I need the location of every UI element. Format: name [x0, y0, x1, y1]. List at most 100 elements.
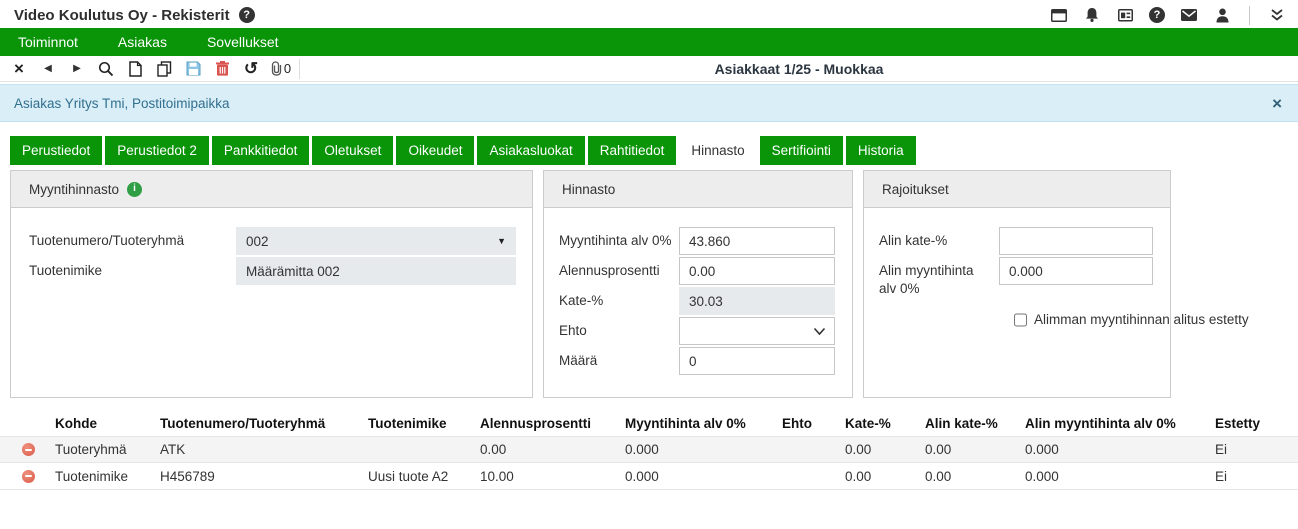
alennusprosentti-input[interactable]: [679, 257, 835, 285]
header-estetty: Estetty: [1215, 416, 1298, 431]
header-kohde: Kohde: [55, 416, 160, 431]
myyntihinta-input[interactable]: [679, 227, 835, 255]
tab-perustiedot-2[interactable]: Perustiedot 2: [105, 136, 209, 165]
tab-hinnasto[interactable]: Hinnasto: [679, 136, 756, 165]
next-record-button[interactable]: ▶: [64, 58, 90, 80]
cell-alin-myyntihinta: 0.000: [1025, 469, 1215, 484]
myyntihinnasto-panel-title: Myyntihinnasto: [29, 182, 119, 197]
hinnasto-panel-header: Hinnasto: [544, 171, 852, 208]
tab-historia[interactable]: Historia: [846, 136, 916, 165]
page-title: Video Koulutus Oy - Rekisterit: [14, 7, 230, 24]
menu-sovellukset[interactable]: Sovellukset: [193, 34, 293, 50]
save-button[interactable]: [180, 58, 206, 80]
myyntihinta-label: Myyntihinta alv 0%: [559, 227, 679, 250]
save-floppy-icon: [186, 61, 201, 76]
remove-row-icon[interactable]: [22, 443, 35, 456]
tab-oikeudet[interactable]: Oikeudet: [396, 136, 474, 165]
attachment-count: 0: [284, 61, 291, 76]
cell-tuotenumero: ATK: [160, 442, 368, 457]
tuotenimike-readonly-field: Määrämitta 002: [236, 257, 516, 285]
kate-label: Kate-%: [559, 287, 679, 310]
attachments-button[interactable]: 0: [267, 58, 293, 80]
menu-asiakas[interactable]: Asiakas: [104, 34, 181, 50]
tuotenumero-label: Tuotenumero/Tuoteryhmä: [29, 227, 236, 250]
kate-readonly-field: 30.03: [679, 287, 835, 315]
trash-icon: [216, 61, 229, 76]
myyntihinnasto-panel-header: Myyntihinnasto i: [11, 171, 532, 208]
field-row-alin-myyntihinta: Alin myyntihinta alv 0%: [879, 257, 1170, 298]
header-alin-kate: Alin kate-%: [925, 416, 1025, 431]
copy-record-button[interactable]: [151, 58, 177, 80]
tuotenumero-dropdown[interactable]: 002 ▼: [236, 227, 516, 255]
ehto-select[interactable]: [679, 317, 835, 345]
undo-button[interactable]: ↺: [238, 58, 264, 80]
tab-rahtitiedot[interactable]: Rahtitiedot: [588, 136, 677, 165]
tab-perustiedot[interactable]: Perustiedot: [10, 136, 102, 165]
price-rules-table: Kohde Tuotenumero/Tuoteryhmä Tuotenimike…: [0, 410, 1298, 490]
header-ehto: Ehto: [782, 416, 845, 431]
copy-icon: [157, 61, 172, 77]
rajoitukset-panel-title: Rajoitukset: [882, 182, 949, 197]
field-row-kate: Kate-% 30.03: [559, 287, 852, 315]
cell-estetty: Ei: [1215, 442, 1298, 457]
cell-estetty: Ei: [1215, 469, 1298, 484]
tuotenimike-label: Tuotenimike: [29, 257, 236, 280]
myyntihinnasto-panel: Myyntihinnasto i Tuotenumero/Tuoteryhmä …: [10, 170, 533, 398]
alennusprosentti-label: Alennusprosentti: [559, 257, 679, 280]
mail-icon[interactable]: [1180, 6, 1198, 24]
alert-text: Asiakas Yritys Tmi, Postitoimipaikka: [14, 96, 230, 111]
header-kate: Kate-%: [845, 416, 925, 431]
cell-alin-myyntihinta: 0.000: [1025, 442, 1215, 457]
tab-pankkitiedot[interactable]: Pankkitiedot: [212, 136, 310, 165]
table-row[interactable]: Tuotenimike H456789 Uusi tuote A2 10.00 …: [0, 463, 1298, 490]
notifications-bell-icon[interactable]: [1083, 6, 1101, 24]
help-icon[interactable]: ?: [239, 7, 255, 23]
cell-tuotenumero: H456789: [160, 469, 368, 484]
hinnasto-panel-body: Myyntihinta alv 0% Alennusprosentti Kate…: [544, 208, 852, 375]
record-toolbar: × ◀ ▶ ↺ 0 Asiakkaat 1/25 - Muokkaa: [0, 56, 1298, 82]
info-icon[interactable]: i: [127, 182, 142, 197]
collapse-double-chevron-icon[interactable]: [1268, 6, 1286, 24]
table-row[interactable]: Tuoteryhmä ATK 0.00 0.000 0.00 0.00 0.00…: [0, 436, 1298, 463]
cell-myyntihinta: 0.000: [625, 469, 782, 484]
table-header-row: Kohde Tuotenumero/Tuoteryhmä Tuotenimike…: [0, 410, 1298, 436]
rajoitukset-panel-body: Alin kate-% Alin myyntihinta alv 0% Alim…: [864, 208, 1170, 327]
user-icon[interactable]: [1213, 6, 1231, 24]
delete-button[interactable]: [209, 58, 235, 80]
header-tuotenimike: Tuotenimike: [368, 416, 480, 431]
alert-close-icon[interactable]: ×: [1272, 95, 1282, 112]
maara-input[interactable]: [679, 347, 835, 375]
maara-label: Määrä: [559, 347, 679, 370]
close-x-icon: ×: [14, 60, 24, 77]
close-record-button[interactable]: ×: [6, 58, 32, 80]
rajoitukset-panel: Rajoitukset Alin kate-% Alin myyntihinta…: [863, 170, 1171, 398]
menu-toiminnot[interactable]: Toiminnot: [4, 34, 92, 50]
previous-record-button[interactable]: ◀: [35, 58, 61, 80]
tab-oletukset[interactable]: Oletukset: [312, 136, 393, 165]
undo-icon: ↺: [244, 60, 258, 77]
field-row-maara: Määrä: [559, 347, 852, 375]
toolbar-divider: [299, 59, 300, 79]
new-record-button[interactable]: [122, 58, 148, 80]
hinnasto-panel: Hinnasto Myyntihinta alv 0% Alennusprose…: [543, 170, 853, 398]
alin-kate-input[interactable]: [999, 227, 1153, 255]
top-icon-group: ?: [1050, 6, 1286, 25]
new-document-icon: [129, 61, 142, 77]
cell-alennusprosentti: 10.00: [480, 469, 625, 484]
tab-asiakasluokat[interactable]: Asiakasluokat: [477, 136, 584, 165]
hinnasto-panel-title: Hinnasto: [562, 182, 615, 197]
field-row-alin-kate: Alin kate-%: [879, 227, 1170, 255]
news-icon[interactable]: [1116, 6, 1134, 24]
alitus-estetty-label: Alimman myyntihinnan alitus estetty: [1034, 312, 1249, 327]
remove-row-icon[interactable]: [22, 470, 35, 483]
window-icon[interactable]: [1050, 6, 1068, 24]
search-button[interactable]: [93, 58, 119, 80]
chevron-down-icon: [813, 327, 826, 336]
field-row-myyntihinta: Myyntihinta alv 0%: [559, 227, 852, 255]
cell-kohde: Tuoteryhmä: [55, 442, 160, 457]
tab-sertifiointi[interactable]: Sertifiointi: [760, 136, 843, 165]
alin-myyntihinta-input[interactable]: [999, 257, 1153, 285]
question-help-icon[interactable]: ?: [1149, 7, 1165, 23]
alitus-estetty-checkbox[interactable]: [1014, 313, 1027, 327]
next-arrow-icon: ▶: [73, 64, 81, 74]
